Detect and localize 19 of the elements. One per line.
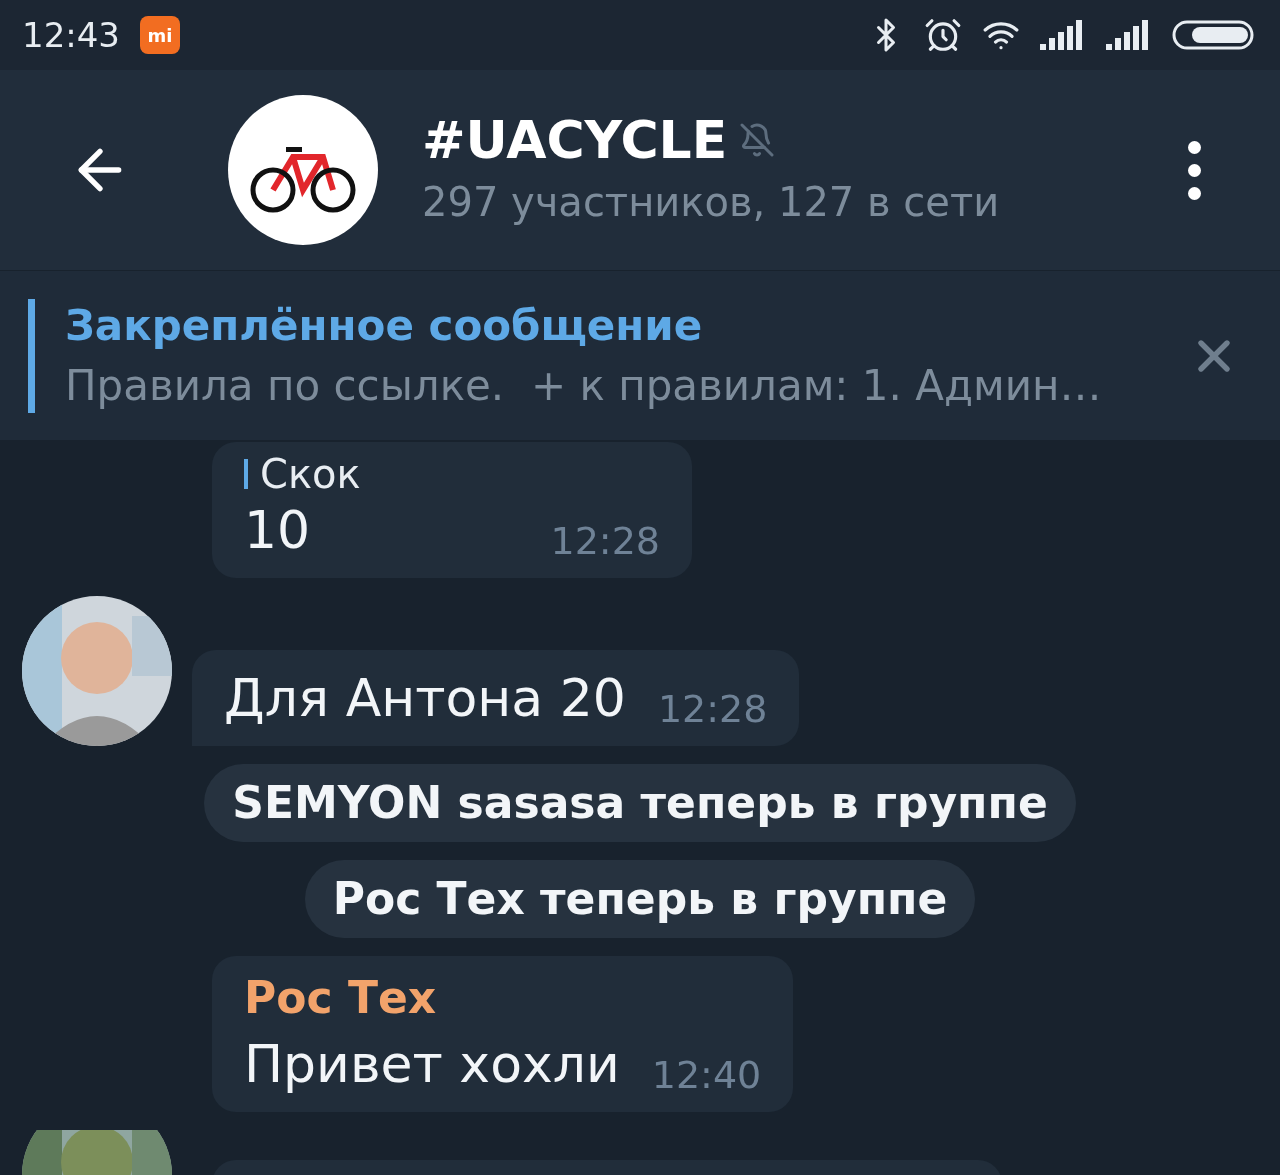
message-time: 12:40 (651, 1052, 762, 1099)
reply-bar (244, 459, 248, 489)
message-text: Для Антона 20 (224, 667, 626, 730)
alarm-icon (924, 16, 962, 54)
message-text: 10 (244, 499, 311, 562)
message-time: 12:28 (550, 518, 660, 565)
chat-subtitle: 297 участников, 127 в сети (422, 178, 1000, 227)
app-badge: mi (140, 16, 180, 54)
sender-name: Рос Тех (244, 971, 438, 1025)
pinned-title[interactable]: Закреплённое сообщение (65, 295, 1102, 356)
clock: 12:43 (22, 13, 120, 57)
service-message: Рос Тех теперь в группе (304, 860, 976, 938)
pinned-text[interactable]: Правила по ссылке. + к правилам: 1. Админ… (65, 355, 1102, 416)
message-time: 12:28 (657, 686, 768, 733)
chat-title: #UACYCLE (422, 109, 728, 172)
message-text: Привет хохли (244, 1033, 620, 1096)
service-message: SEMYON sasasa теперь в группе (204, 764, 1076, 842)
group-avatar[interactable] (228, 95, 378, 245)
reply-text: Скок (260, 454, 361, 494)
